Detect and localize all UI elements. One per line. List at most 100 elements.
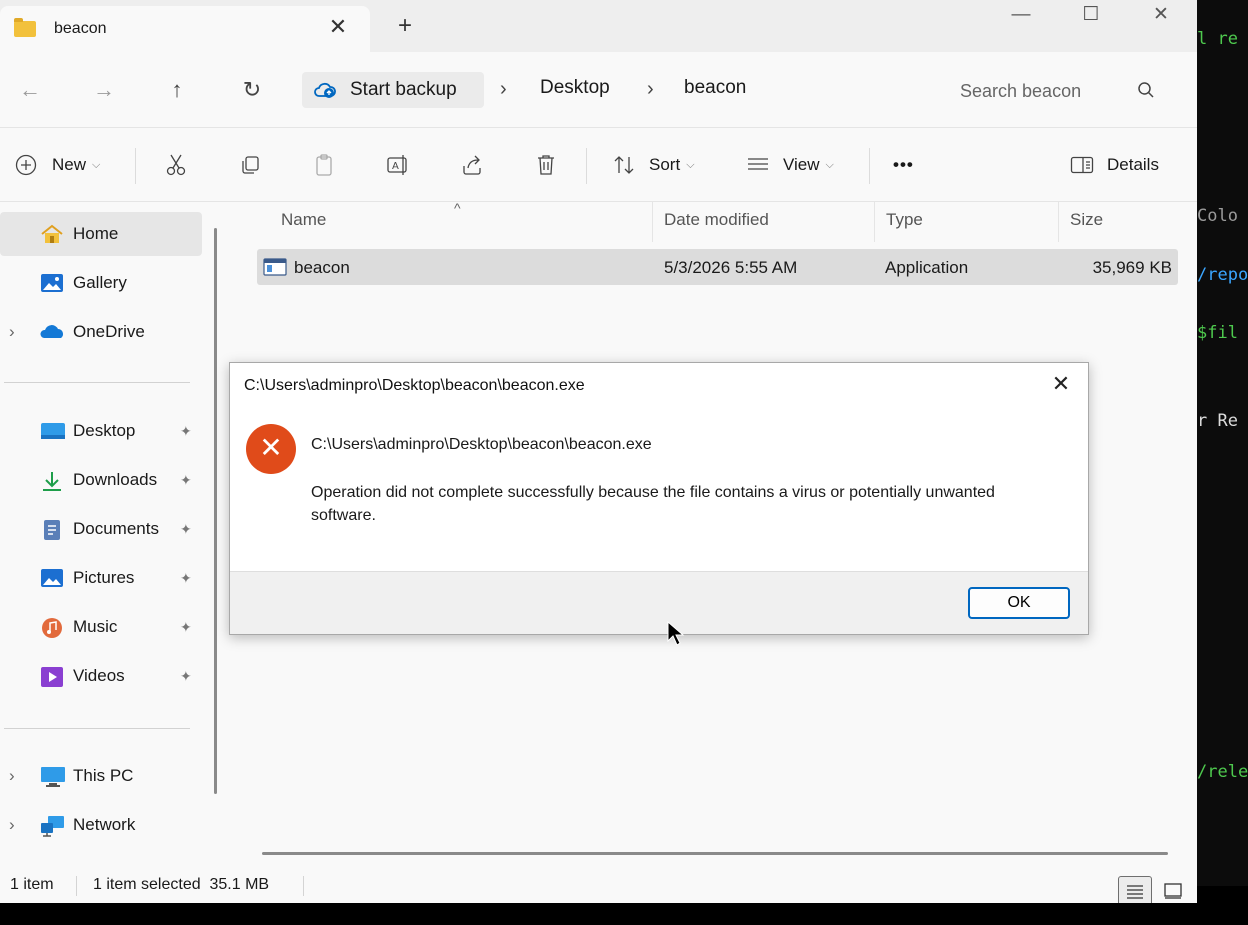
breadcrumb-beacon[interactable]: beacon — [684, 77, 746, 99]
documents-icon — [40, 519, 64, 540]
view-lines-icon — [746, 153, 770, 177]
sidebar-item-gallery[interactable]: Gallery — [0, 261, 202, 305]
scissors-icon — [164, 153, 188, 177]
file-type: Application — [885, 258, 969, 277]
sidebar-item-pictures[interactable]: Pictures ✦ — [0, 556, 202, 600]
sidebar-divider — [4, 382, 190, 383]
pictures-icon — [40, 568, 64, 588]
sidebar-item-label: Documents — [73, 519, 159, 538]
sidebar-item-home[interactable]: Home — [0, 212, 202, 256]
sort-button[interactable]: Sort ⌵ — [612, 150, 695, 180]
terminal-line: r Re — [1197, 411, 1238, 431]
column-header-name[interactable]: Name — [281, 210, 326, 230]
new-label: New — [52, 155, 87, 174]
sidebar-item-music[interactable]: Music ✦ — [0, 605, 202, 649]
column-header-size[interactable]: Size — [1070, 210, 1103, 230]
sidebar-item-videos[interactable]: Videos ✦ — [0, 654, 202, 698]
sidebar-item-desktop[interactable]: Desktop ✦ — [0, 409, 202, 453]
rename-button[interactable]: A — [386, 150, 410, 180]
back-button[interactable]: ← — [15, 76, 45, 106]
onedrive-icon — [40, 322, 64, 342]
view-button[interactable]: View ⌵ — [746, 150, 834, 180]
music-icon — [40, 617, 64, 638]
pin-icon[interactable]: ✦ — [180, 619, 192, 636]
expand-chevron-icon[interactable]: › — [9, 815, 15, 835]
column-header-type[interactable]: Type — [886, 210, 923, 230]
application-icon — [263, 258, 287, 281]
new-button[interactable]: New ⌵ — [14, 150, 100, 180]
tab-title: beacon — [54, 20, 107, 37]
breadcrumb-separator: › — [500, 78, 507, 100]
share-button[interactable] — [460, 150, 484, 180]
sidebar-item-this-pc[interactable]: › This PC — [0, 754, 202, 798]
column-divider[interactable] — [652, 202, 653, 242]
nav-scrollbar[interactable] — [214, 228, 217, 794]
column-header-date[interactable]: Date modified — [664, 210, 769, 230]
search-input[interactable]: Search beacon — [944, 74, 1179, 108]
refresh-button[interactable]: ↻ — [237, 76, 267, 106]
item-count: 1 item — [10, 876, 54, 893]
trash-icon — [534, 153, 558, 177]
copy-icon — [238, 153, 262, 177]
new-tab-button[interactable]: + — [393, 14, 417, 38]
ok-button[interactable]: OK — [968, 587, 1070, 619]
cut-button[interactable] — [164, 150, 188, 180]
pin-icon[interactable]: ✦ — [180, 423, 192, 440]
selection-info: 1 item selected 35.1 MB — [93, 876, 270, 893]
maximize-button[interactable]: ☐ — [1056, 2, 1126, 30]
pin-icon[interactable]: ✦ — [180, 521, 192, 538]
tiles-view-icon — [1164, 883, 1182, 899]
file-row[interactable]: beacon 5/3/2026 5:55 AM Application 35,9… — [257, 249, 1178, 285]
sidebar-item-network[interactable]: › Network — [0, 803, 202, 847]
sort-ascending-icon: ^ — [454, 200, 461, 216]
minimize-button[interactable]: — — [986, 2, 1056, 30]
command-bar: New ⌵ A Sort ⌵ View ⌵ ••• Details — [0, 128, 1197, 202]
pin-icon[interactable]: ✦ — [180, 472, 192, 489]
paste-button[interactable] — [312, 150, 336, 180]
forward-button[interactable]: → — [89, 76, 119, 106]
dialog-title: C:\Users\adminpro\Desktop\beacon\beacon.… — [244, 377, 585, 394]
copy-button[interactable] — [238, 150, 262, 180]
start-backup-button[interactable]: Start backup — [302, 72, 484, 108]
rename-icon: A — [386, 153, 410, 177]
details-label: Details — [1107, 155, 1159, 174]
close-tab-icon[interactable]: ✕ — [326, 16, 350, 40]
file-name: beacon — [294, 258, 350, 277]
breadcrumb-desktop[interactable]: Desktop — [540, 77, 610, 99]
column-divider[interactable] — [874, 202, 875, 242]
sidebar-item-label: Home — [73, 224, 119, 243]
close-window-button[interactable]: ✕ — [1126, 2, 1196, 30]
tab-beacon[interactable]: beacon ✕ — [0, 6, 370, 52]
sidebar-divider — [4, 728, 190, 729]
up-button[interactable]: ↑ — [162, 76, 192, 106]
horizontal-scrollbar[interactable] — [262, 852, 1168, 855]
details-pane-button[interactable]: Details — [1070, 150, 1159, 180]
dialog-close-button[interactable]: ✕ — [1048, 372, 1074, 398]
expand-chevron-icon[interactable]: › — [9, 322, 15, 342]
terminal-line: Colo — [1197, 206, 1238, 226]
sidebar-item-onedrive[interactable]: › OneDrive — [0, 310, 202, 354]
search-icon — [1137, 81, 1155, 99]
sidebar-item-documents[interactable]: Documents ✦ — [0, 507, 202, 551]
expand-chevron-icon[interactable]: › — [9, 766, 15, 786]
pin-icon[interactable]: ✦ — [180, 668, 192, 685]
file-date-modified: 5/3/2026 5:55 AM — [664, 258, 798, 277]
chevron-down-icon: ⌵ — [825, 158, 834, 171]
more-options-button[interactable]: ••• — [893, 150, 914, 180]
toolbar-divider — [869, 148, 870, 184]
delete-button[interactable] — [534, 150, 558, 180]
terminal-line: /repo — [1197, 265, 1248, 285]
pin-icon[interactable]: ✦ — [180, 570, 192, 587]
clipboard-icon — [312, 153, 336, 177]
network-icon — [40, 815, 64, 837]
toolbar-divider — [135, 148, 136, 184]
details-view-button[interactable] — [1118, 876, 1152, 903]
breadcrumb-separator: › — [647, 78, 654, 100]
column-divider[interactable] — [1058, 202, 1059, 242]
sidebar-item-downloads[interactable]: Downloads ✦ — [0, 458, 202, 502]
terminal-line: $fil — [1197, 323, 1238, 343]
sidebar-item-label: OneDrive — [73, 322, 145, 341]
tiles-view-button[interactable] — [1158, 876, 1188, 903]
sidebar-item-label: Gallery — [73, 273, 127, 292]
sidebar-item-label: Network — [73, 815, 136, 834]
